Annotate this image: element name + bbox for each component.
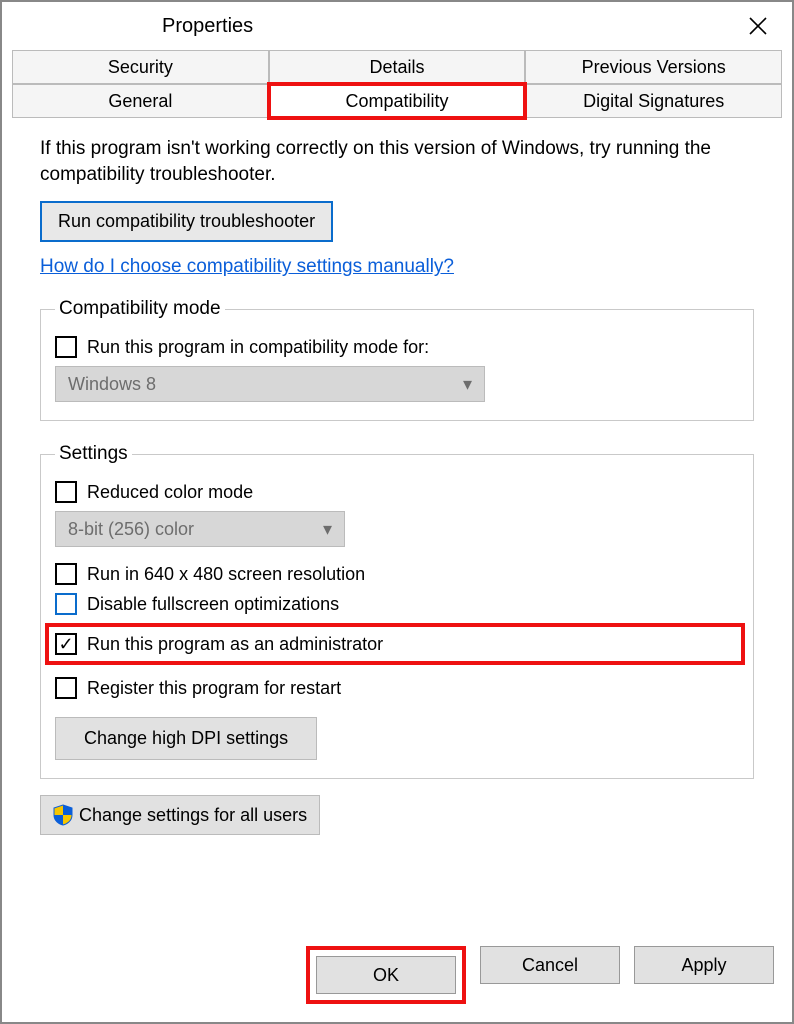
titlebar: Properties [2,2,792,50]
dialog-footer: OK Cancel Apply [2,932,792,1022]
reduced-color-label: Reduced color mode [87,482,253,503]
shield-icon [53,804,73,826]
run-admin-checkbox[interactable] [55,633,77,655]
tab-details[interactable]: Details [269,50,526,84]
change-dpi-button[interactable]: Change high DPI settings [55,717,317,760]
chevron-down-icon: ▾ [463,374,472,395]
run-admin-highlight: Run this program as an administrator [45,623,745,665]
compat-mode-label: Run this program in compatibility mode f… [87,337,429,358]
run-admin-label: Run this program as an administrator [87,634,383,655]
disable-fullscreen-label: Disable fullscreen optimizations [87,594,339,615]
ok-highlight: OK [306,946,466,1004]
compat-mode-dropdown[interactable]: Windows 8 ▾ [55,366,485,402]
change-all-users-label: Change settings for all users [79,805,307,826]
run-640-checkbox[interactable] [55,563,77,585]
tabs-row-1: Security Details Previous Versions [12,50,782,84]
tab-previous-versions[interactable]: Previous Versions [525,50,782,84]
properties-window: Properties Security Details Previous Ver… [0,0,794,1024]
compat-mode-dropdown-value: Windows 8 [68,374,156,395]
compatibility-mode-legend: Compatibility mode [55,298,225,320]
tab-compatibility[interactable]: Compatibility [269,84,526,118]
run-troubleshooter-button[interactable]: Run compatibility troubleshooter [40,201,333,242]
tabs-row-2: General Compatibility Digital Signatures [12,84,782,118]
cancel-button[interactable]: Cancel [480,946,620,984]
reduced-color-checkbox[interactable] [55,481,77,503]
color-depth-value: 8-bit (256) color [68,519,194,540]
chevron-down-icon: ▾ [323,519,332,540]
tab-general[interactable]: General [12,84,269,118]
tab-security[interactable]: Security [12,50,269,84]
tab-digital-signatures[interactable]: Digital Signatures [525,84,782,118]
settings-group: Settings Reduced color mode 8-bit (256) … [40,443,754,779]
close-icon [749,17,767,35]
register-restart-label: Register this program for restart [87,678,341,699]
register-restart-checkbox[interactable] [55,677,77,699]
run-640-label: Run in 640 x 480 screen resolution [87,564,365,585]
ok-button[interactable]: OK [316,956,456,994]
change-all-users-button[interactable]: Change settings for all users [40,795,320,835]
intro-text: If this program isn't working correctly … [40,136,754,187]
help-link[interactable]: How do I choose compatibility settings m… [40,256,754,278]
compatibility-mode-group: Compatibility mode Run this program in c… [40,298,754,421]
color-depth-dropdown[interactable]: 8-bit (256) color ▾ [55,511,345,547]
close-button[interactable] [736,4,780,48]
settings-legend: Settings [55,443,132,465]
tab-content: If this program isn't working correctly … [12,118,782,932]
compat-mode-checkbox[interactable] [55,336,77,358]
disable-fullscreen-checkbox[interactable] [55,593,77,615]
window-title: Properties [162,15,253,38]
apply-button[interactable]: Apply [634,946,774,984]
